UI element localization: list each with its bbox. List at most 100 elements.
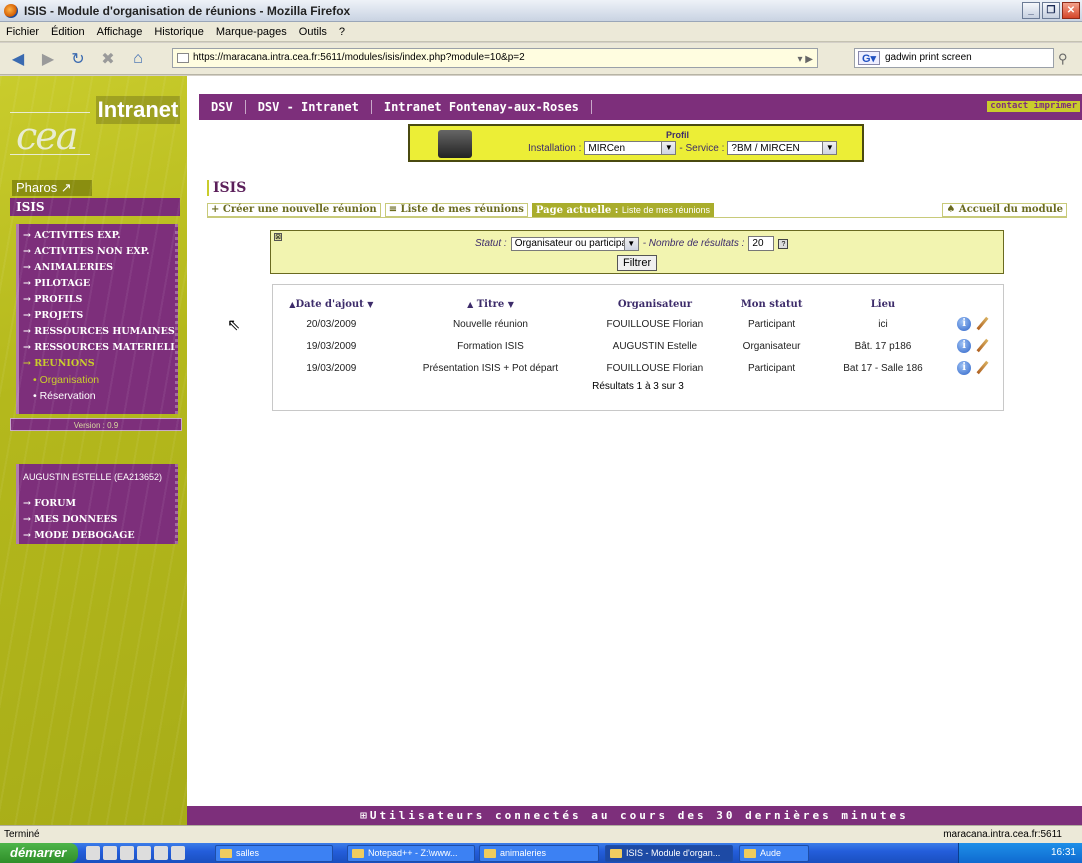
edit-pencil-icon[interactable] [975,339,989,353]
tab-current-page: Page actuelle : Liste de mes réunions [531,203,714,217]
nb-results-label: - Nombre de résultats : [642,238,745,249]
pharos-link[interactable]: Pharos ↗ [12,180,92,196]
sidebar-item-mes-donnees[interactable]: → MES DONNEES [19,512,175,528]
reload-icon[interactable]: ↻ [66,49,90,69]
cell-date: 20/03/2009 [306,318,357,330]
menu-bar: Fichier Édition Affichage Historique Mar… [0,22,1082,42]
results-count: Résultats 1 à 3 sur 3 [592,381,684,392]
cea-logo[interactable]: cea [16,114,78,158]
minimize-button[interactable]: _ [1022,2,1040,19]
chevron-down-icon[interactable]: ▼ [661,142,676,154]
info-icon[interactable]: i [957,361,972,375]
back-icon[interactable]: ◀ [6,49,30,69]
search-icon[interactable]: ⚲ [1058,51,1068,67]
table-row: 20/03/2009 Nouvelle réunion FOUILLOUSE F… [273,313,1005,335]
menu-historique[interactable]: Historique [154,26,204,38]
sidebar-item-animaleries[interactable]: → ANIMALERIES [19,260,175,276]
service-label: - Service : [679,142,725,154]
taskbar-item-salles[interactable]: salles [215,844,333,862]
chevron-down-icon[interactable]: ▼ [822,142,837,154]
edit-pencil-icon[interactable] [975,317,989,331]
sidebar-subitem-reservation[interactable]: • Réservation [19,388,175,404]
nb-results-input[interactable]: 20 [748,236,775,251]
sidebar-item-profils[interactable]: → PROFILS [19,292,175,308]
sidebar-item-activites-non-exp[interactable]: → ACTIVITES NON EXP. [19,244,175,260]
menu-affichage[interactable]: Affichage [97,26,143,38]
menu-help[interactable]: ? [339,26,345,38]
system-tray: 16:31 [958,843,1082,863]
tab-module-home[interactable]: ♠ Accueil du module [942,203,1067,217]
stop-icon[interactable]: ✖ [96,49,120,69]
site-identity-icon[interactable] [177,53,189,63]
quick-launch-icon[interactable] [137,846,151,860]
sidebar-item-pilotage[interactable]: → PILOTAGE [19,276,175,292]
edit-pencil-icon[interactable] [975,361,989,375]
start-button[interactable]: démarrer [0,843,78,863]
taskbar-item-aude[interactable]: Aude [739,844,809,862]
cell-actions: i [941,357,1005,379]
profil-panel: Profil Installation : MIRCen ▼ - Service… [408,124,864,162]
sort-desc-icon[interactable]: ▼ [508,299,514,309]
forward-icon[interactable]: ▶ [36,49,60,69]
sidebar-item-mode-debogage[interactable]: → MODE DEBOGAGE [19,528,175,544]
column-header-date[interactable]: ▲Date d'ajout ▼ [273,295,390,313]
connected-users-bar[interactable]: ⊞Utilisateurs connectés au cours des 30 … [187,806,1082,825]
cell-date: 19/03/2009 [306,362,357,374]
breadcrumb-dsv[interactable]: DSV [199,100,246,114]
url-bar[interactable]: https://maracana.intra.cea.fr:5611/modul… [172,48,818,68]
column-header-titre[interactable]: ▲ Titre ▼ [390,295,592,313]
tab-meeting-list[interactable]: ≡ Liste de mes réunions [384,203,528,217]
cell-titre: Formation ISIS [457,340,524,352]
breadcrumb-fontenay[interactable]: Intranet Fontenay-aux-Roses [372,100,592,114]
intranet-label[interactable]: Intranet [96,96,180,124]
sort-asc-icon[interactable]: ▲ [467,299,473,309]
installation-select[interactable]: MIRCen ▼ [584,141,677,155]
column-header-organisateur: Organisateur [617,298,692,310]
cell-actions: i [941,313,1005,335]
help-icon[interactable]: ? [778,238,789,249]
taskbar-item-animaleries[interactable]: animaleries [479,844,599,862]
tab-create-meeting[interactable]: + Créer une nouvelle réunion [207,203,381,217]
menu-outils[interactable]: Outils [299,26,327,38]
sidebar-item-projets[interactable]: → PROJETS [19,308,175,324]
menu-edition[interactable]: Édition [51,26,85,38]
menu-fichier[interactable]: Fichier [6,26,39,38]
google-icon[interactable]: G▾ [858,51,880,65]
service-select[interactable]: ?BM / MIRCEN ▼ [727,141,838,155]
search-input[interactable]: G▾ gadwin print screen [854,48,1054,68]
chevron-down-icon[interactable]: ▼ [623,237,638,250]
taskbar-item-isis[interactable]: ISIS - Module d'organ... [605,844,733,862]
home-icon[interactable]: ⌂ [126,49,150,69]
quick-launch-icon[interactable] [86,846,100,860]
sidebar-item-activites-exp[interactable]: → ACTIVITES EXP. [19,228,175,244]
user-name: AUGUSTIN ESTELLE (EA213652) [23,472,163,482]
menu-marque-pages[interactable]: Marque-pages [216,26,287,38]
maximize-button[interactable]: ❐ [1042,2,1060,19]
sidebar-item-ressources-materielles[interactable]: → RESSOURCES MATERIELLES [19,340,175,356]
quick-launch-icon[interactable] [120,846,134,860]
meetings-table: ▲Date d'ajout ▼ ▲ Titre ▼ Organisateur M… [273,295,1005,379]
sort-desc-icon[interactable]: ▼ [367,299,373,309]
quick-launch-icon[interactable] [154,846,168,860]
quick-launch-icon[interactable] [171,846,185,860]
statut-select[interactable]: Organisateur ou participant ▼ [510,236,639,251]
taskbar-item-notepad[interactable]: Notepad++ - Z:\www... [347,844,475,862]
sidebar-item-forum[interactable]: → FORUM [19,496,175,512]
go-button[interactable]: ▾ ▶ [798,51,814,69]
close-button[interactable]: ✕ [1062,2,1080,19]
header-date-label: Date d'ajout [295,298,364,310]
filter-button[interactable]: Filtrer [617,255,658,271]
cea-logo-block: cea Intranet [10,90,180,160]
sidebar-subitem-organisation[interactable]: • Organisation [19,372,175,388]
filter-row: Statut : Organisateur ou participant ▼ -… [475,236,789,251]
clock[interactable]: 16:31 [1051,847,1076,858]
sidebar-item-reunions[interactable]: → REUNIONS [19,356,175,372]
breadcrumb-dsv-intranet[interactable]: DSV - Intranet [246,100,372,114]
contact-print-links[interactable]: contact imprimer [987,101,1080,112]
collapse-icon[interactable]: ⊠ [274,233,282,241]
info-icon[interactable]: i [957,339,972,353]
sidebar-item-ressources-humaines[interactable]: → RESSOURCES HUMAINES [19,324,175,340]
info-icon[interactable]: i [957,317,972,331]
table-header-row: ▲Date d'ajout ▼ ▲ Titre ▼ Organisateur M… [273,295,1005,313]
quick-launch-icon[interactable] [103,846,117,860]
